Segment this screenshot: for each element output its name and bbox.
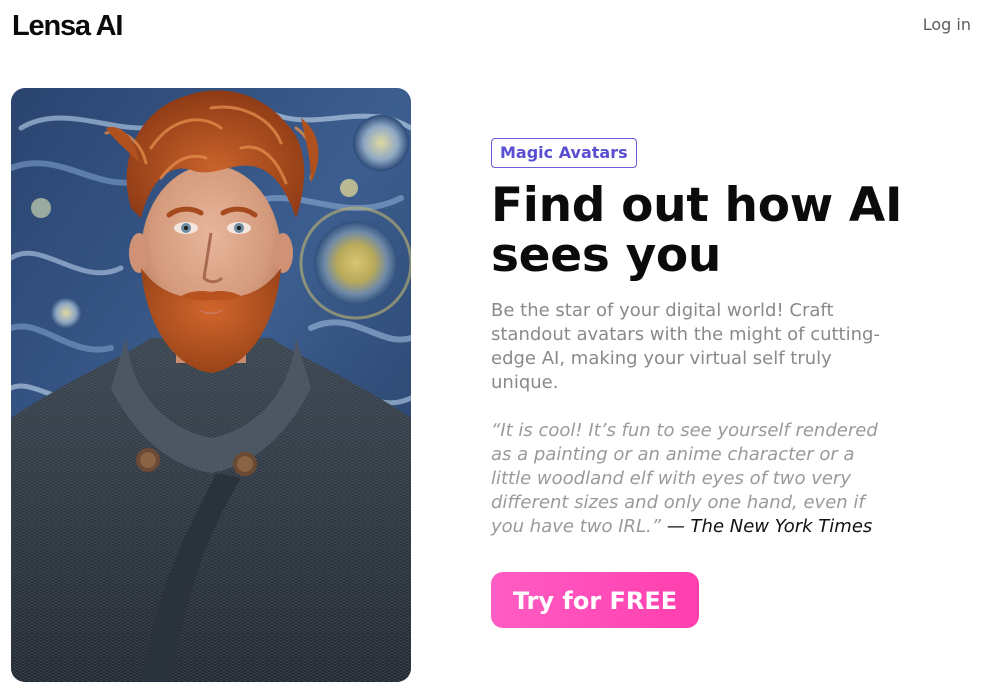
quote-dash: — [661,516,691,537]
hero-description: Be the star of your digital world! Craft… [491,300,880,393]
landing-page: Lensa AI Log in Magic Avatars Find out h… [0,0,981,692]
quote-source: The New York Times [690,516,873,537]
hero-headline: Find out how AI sees you [491,178,903,283]
logo[interactable]: Lensa AI [12,8,123,44]
hero-content: Magic Avatars Find out how AI sees you B… [491,138,911,628]
magic-avatars-badge: Magic Avatars [491,138,637,168]
hero-portrait-image [11,88,411,682]
login-link[interactable]: Log in [923,14,971,36]
try-for-free-button[interactable]: Try for FREE [491,572,699,628]
press-quote: “It is cool! It’s fun to see yourself re… [491,419,891,539]
